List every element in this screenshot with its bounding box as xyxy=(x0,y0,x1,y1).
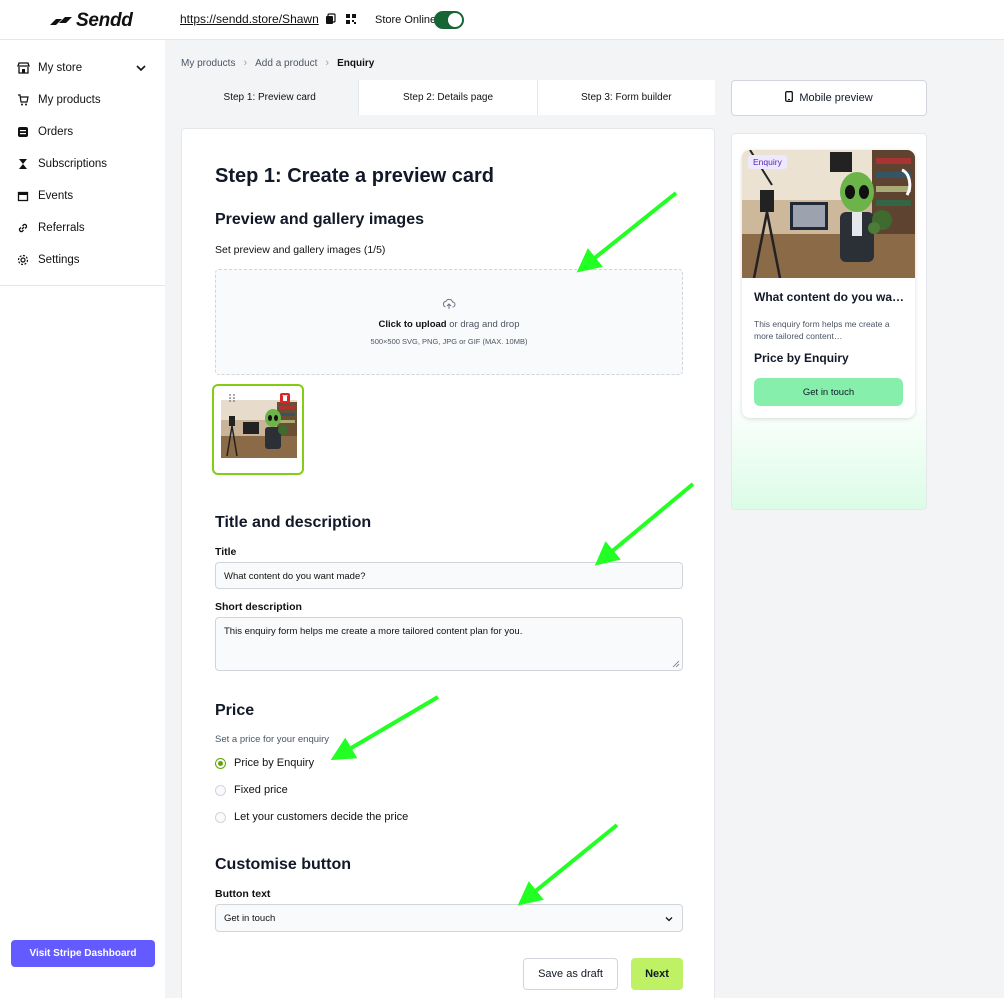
arrow-to-price xyxy=(330,695,440,761)
annotation-arrows xyxy=(330,191,695,906)
arrow-to-button-text xyxy=(517,823,619,906)
arrow-to-upload xyxy=(576,191,678,273)
arrow-to-title xyxy=(594,482,695,566)
